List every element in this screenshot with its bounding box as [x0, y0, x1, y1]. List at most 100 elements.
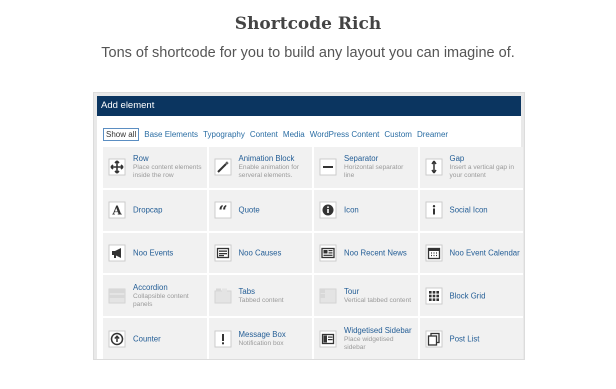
element-description: Enable animation for serveral elements. — [238, 164, 299, 180]
element-animation-block[interactable]: Animation Block Enable animation for serv… — [208, 147, 312, 188]
category-tabs: Show all Base Elements Typography Conten… — [103, 127, 448, 141]
vertical-arrows-icon — [425, 158, 443, 176]
element-grid: Row Place content elements inside the row… — [103, 147, 523, 359]
info-circle-icon — [319, 201, 337, 219]
element-title: Noo Causes — [238, 248, 282, 258]
element-title: Accordion — [133, 282, 168, 292]
tour-icon — [319, 287, 337, 305]
element-text: Post List — [450, 334, 521, 343]
element-tour[interactable]: Tour Vertical tabbed content — [314, 275, 418, 317]
tab-content[interactable]: Content — [250, 130, 278, 139]
element-text: Noo Event Calendar — [450, 248, 521, 257]
element-noo-event-calendar[interactable]: Noo Event Calendar — [419, 232, 523, 274]
tab-wordpress-content[interactable]: WordPress Content — [310, 130, 380, 139]
element-quote[interactable]: “ Quote — [208, 189, 312, 231]
element-description: Place content elements inside the row — [133, 164, 202, 180]
tab-typography[interactable]: Typography — [203, 130, 245, 139]
element-text: Gap Insert a vertical gap in your content — [450, 154, 521, 180]
panel-title: Add element — [97, 96, 521, 116]
element-row[interactable]: Row Place content elements inside the row — [103, 147, 207, 188]
element-title: Counter — [133, 334, 161, 344]
copy-icon — [425, 330, 443, 348]
element-text: Counter — [133, 334, 204, 343]
tabs-icon — [214, 287, 232, 305]
element-text: Social Icon — [450, 206, 521, 215]
element-counter[interactable]: Counter — [103, 318, 207, 359]
element-description: Insert a vertical gap in your content — [449, 164, 515, 180]
element-title: Tour — [344, 286, 360, 296]
element-text: Dropcap — [133, 206, 204, 215]
element-title: Quote — [238, 205, 260, 215]
svg-text:A: A — [111, 204, 122, 218]
element-title: Message Box — [238, 329, 286, 339]
element-title: Block Grid — [449, 291, 486, 301]
tab-base-elements[interactable]: Base Elements — [144, 130, 198, 139]
tab-show-all[interactable]: Show all — [103, 127, 140, 141]
svg-text:“: “ — [218, 202, 227, 219]
element-text: Animation Block Enable animation for serv… — [239, 154, 310, 180]
tab-dreamer[interactable]: Dreamer — [417, 130, 448, 139]
element-dropcap[interactable]: A Dropcap — [103, 189, 207, 231]
element-text: Row Place content elements inside the row — [133, 154, 204, 180]
grid-icon — [425, 287, 443, 305]
element-title: Noo Recent News — [344, 248, 407, 258]
element-title: Post List — [449, 334, 480, 344]
element-text: Accordion Collapsible content panels — [133, 283, 204, 309]
element-accordion[interactable]: Accordion Collapsible content panels — [103, 275, 207, 317]
exclamation-icon — [214, 330, 232, 348]
element-text: Noo Recent News — [344, 248, 415, 257]
element-description: Place widgetised sidebar — [344, 335, 394, 351]
element-title: Icon — [344, 205, 359, 215]
news-icon — [319, 244, 337, 262]
causes-icon — [214, 244, 232, 262]
letter-a-icon: A — [108, 201, 126, 219]
page-subheading: Tons of shortcode for you to build any l… — [101, 45, 515, 61]
element-text: Noo Events — [133, 248, 204, 257]
element-separator[interactable]: Separator Horizontal separator line — [314, 147, 418, 188]
element-noo-events[interactable]: Noo Events — [103, 232, 207, 274]
panel-body: Show all Base Elements Typography Conten… — [97, 116, 523, 359]
element-description: Collapsible content panels — [133, 292, 189, 308]
element-text: Tabs Tabbed content — [239, 287, 310, 305]
element-title: Gap — [449, 154, 465, 164]
element-text: Icon — [344, 206, 415, 215]
quote-icon: “ — [214, 201, 232, 219]
element-block-grid[interactable]: Block Grid — [419, 275, 523, 317]
magic-wand-icon — [214, 158, 232, 176]
element-title: Social Icon — [449, 205, 488, 215]
element-icon[interactable]: Icon — [314, 189, 418, 231]
element-description: Tabbed content — [238, 296, 284, 304]
element-description: Notification box — [238, 339, 284, 347]
element-text: Noo Causes — [239, 248, 310, 257]
element-text: Separator Horizontal separator line — [344, 154, 415, 180]
element-title: Tabs — [238, 286, 255, 296]
element-widgetised-sidebar[interactable]: Widgetised Sidebar Place widgetised sideb… — [314, 318, 418, 359]
megaphone-icon — [108, 244, 126, 262]
element-gap[interactable]: Gap Insert a vertical gap in your content — [419, 147, 523, 188]
sidebar-icon — [319, 330, 337, 348]
tab-custom[interactable]: Custom — [384, 130, 412, 139]
element-noo-recent-news[interactable]: Noo Recent News — [314, 232, 418, 274]
calendar-icon — [425, 244, 443, 262]
element-message-box[interactable]: Message Box Notification box — [208, 318, 312, 359]
element-text: Tour Vertical tabbed content — [344, 287, 415, 305]
element-text: Widgetised Sidebar Place widgetised sideb… — [344, 326, 415, 352]
accordion-icon — [108, 287, 126, 305]
element-text: Message Box Notification box — [239, 330, 310, 348]
element-title: Noo Event Calendar — [449, 248, 520, 258]
tab-media[interactable]: Media — [283, 130, 305, 139]
arrow-circle-icon — [108, 330, 126, 348]
element-title: Row — [133, 154, 149, 164]
info-icon — [425, 201, 443, 219]
element-noo-causes[interactable]: Noo Causes — [208, 232, 312, 274]
element-title: Dropcap — [133, 205, 163, 215]
element-description: Horizontal separator line — [344, 164, 404, 180]
add-element-panel: Add element Show all Base Elements Typog… — [93, 92, 525, 360]
element-tabs[interactable]: Tabs Tabbed content — [208, 275, 312, 317]
element-title: Animation Block — [238, 154, 295, 164]
element-post-list[interactable]: Post List — [419, 318, 523, 359]
element-social-icon[interactable]: Social Icon — [419, 189, 523, 231]
move-icon — [108, 158, 126, 176]
separator-icon — [319, 158, 337, 176]
element-title: Separator — [344, 154, 379, 164]
